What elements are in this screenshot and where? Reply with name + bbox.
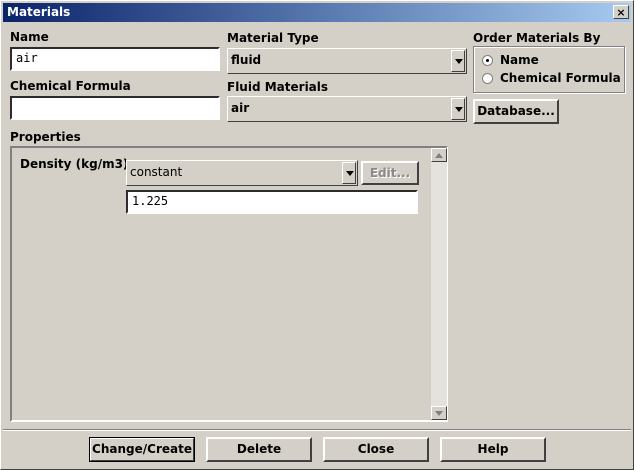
fluid-materials-dropdown[interactable]: air [227,96,467,122]
name-label: Name [10,30,49,44]
chemical-formula-label: Chemical Formula [10,79,131,93]
help-button[interactable]: Help [440,437,546,462]
radio-name-label[interactable]: Name [500,53,539,67]
radio-chemical-formula-label[interactable]: Chemical Formula [500,71,621,85]
chevron-down-icon[interactable] [451,50,465,72]
material-type-label: Material Type [227,31,319,45]
density-method-value: constant [130,165,183,179]
scroll-up-icon[interactable] [431,148,447,162]
chevron-down-icon[interactable] [342,162,356,184]
density-method-dropdown[interactable]: constant [126,160,358,186]
chemical-formula-input[interactable] [10,96,220,120]
name-input[interactable]: air [10,47,220,71]
materials-dialog: Materials × Name air Chemical Formula Ma… [0,0,634,470]
properties-label: Properties [10,130,81,144]
edit-button[interactable]: Edit... [361,161,419,185]
fluid-materials-value: air [231,101,250,115]
close-icon[interactable]: × [613,5,629,19]
database-button[interactable]: Database... [473,99,559,124]
title-bar[interactable]: Materials × [3,3,631,22]
material-type-value: fluid [231,53,262,67]
chevron-down-icon[interactable] [451,98,465,120]
delete-button[interactable]: Delete [206,437,312,462]
order-by-label: Order Materials By [473,31,601,45]
radio-name[interactable] [482,55,493,66]
window-title: Materials [7,5,71,19]
close-button[interactable]: Close [323,437,429,462]
scroll-down-icon[interactable] [431,406,447,420]
radio-chemical-formula[interactable] [482,73,493,84]
properties-scrollbar[interactable] [431,148,447,420]
fluid-materials-label: Fluid Materials [227,80,329,94]
material-type-dropdown[interactable]: fluid [227,48,467,74]
density-label: Density (kg/m3) [20,157,129,171]
separator [3,429,631,431]
density-value-input[interactable]: 1.225 [126,190,418,214]
change-create-button[interactable]: Change/Create [89,437,195,462]
order-by-group: Name Chemical Formula [473,46,625,93]
properties-panel: Density (kg/m3) constant Edit... 1.225 [10,146,448,422]
